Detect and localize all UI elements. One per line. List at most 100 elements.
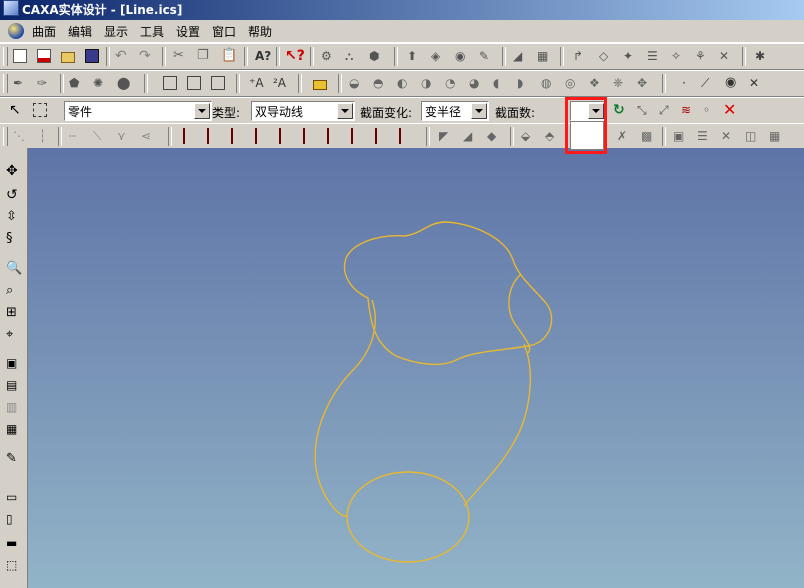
render-tool-11-button[interactable]: ◫ xyxy=(742,127,762,145)
menu-window[interactable]: 窗口 xyxy=(212,23,236,40)
tool-12-button[interactable]: ✦ xyxy=(620,47,640,65)
copy-button[interactable]: ❐ xyxy=(194,47,214,65)
type-combo[interactable]: 双导动线 xyxy=(251,101,355,121)
curve-tool-1-button[interactable]: ✒ xyxy=(10,74,30,92)
toolbar-grip[interactable] xyxy=(3,74,8,93)
op-tool-10-button[interactable]: ◎ xyxy=(562,74,582,92)
select-arrow-button[interactable]: ↖ xyxy=(6,101,26,119)
new-file-button[interactable] xyxy=(10,47,30,65)
tool-7-button[interactable]: ✎ xyxy=(476,47,496,65)
camera-4-button[interactable]: ▦ xyxy=(3,420,23,438)
op-tool-7-button[interactable]: ◖ xyxy=(490,74,510,92)
tool-10-button[interactable]: ↱ xyxy=(570,47,590,65)
line-tool-5-button[interactable]: ⋎ xyxy=(114,127,134,145)
tool-16-button[interactable]: ✕ xyxy=(716,47,736,65)
frame-tool-1-button[interactable] xyxy=(160,74,180,92)
option-tool-4-button[interactable]: ◦ xyxy=(700,101,720,119)
option-tool-3-button[interactable]: ≋ xyxy=(678,101,698,119)
zoom-button[interactable]: 🔍 xyxy=(3,260,23,278)
orbit-button[interactable]: ⇳ xyxy=(3,208,23,226)
op-tool-6-button[interactable]: ◕ xyxy=(466,74,486,92)
render-tool-10-button[interactable]: ✕ xyxy=(718,127,738,145)
shape-tool-1-button[interactable]: ⬟ xyxy=(66,74,86,92)
undo-button[interactable]: ↶ xyxy=(112,47,132,65)
render-tool-12-button[interactable]: ▦ xyxy=(766,127,786,145)
section-change-combo[interactable]: 变半径 xyxy=(421,101,489,121)
op-tool-2-button[interactable]: ◓ xyxy=(370,74,390,92)
render-tool-9-button[interactable]: ☰ xyxy=(694,127,714,145)
cut-button[interactable]: ✂ xyxy=(170,47,190,65)
line-tool-4-button[interactable]: ⟍ xyxy=(90,127,110,145)
design-tool-3-button[interactable]: ⬢ xyxy=(366,47,386,65)
line-tool-6-button[interactable]: ⋖ xyxy=(138,127,158,145)
op-tool-1-button[interactable]: ◒ xyxy=(346,74,366,92)
view-box-3-button[interactable] xyxy=(228,127,248,145)
menu-settings[interactable]: 设置 xyxy=(176,23,200,40)
view-box-1-button[interactable] xyxy=(180,127,200,145)
op-tool-8-button[interactable]: ◗ xyxy=(514,74,534,92)
option-tool-1-button[interactable]: ⤡ xyxy=(634,101,654,119)
page-3-button[interactable]: ▬ xyxy=(3,534,23,552)
render-tool-4-button[interactable]: ⬙ xyxy=(518,127,538,145)
op-tool-9-button[interactable]: ◍ xyxy=(538,74,558,92)
option-tool-2-button[interactable]: ⤢ xyxy=(656,101,676,119)
sketch-button[interactable]: ✎ xyxy=(3,450,23,468)
save-button[interactable] xyxy=(82,47,102,65)
render-tool-5-button[interactable]: ⬘ xyxy=(542,127,562,145)
base-circle-curve[interactable] xyxy=(346,471,470,563)
camera-3-button[interactable]: ▥ xyxy=(3,398,23,416)
refresh-button[interactable]: ↻ xyxy=(610,101,630,119)
part-combo[interactable]: 零件 xyxy=(64,101,212,121)
render-tool-7-button[interactable]: ▩ xyxy=(638,127,658,145)
menu-view[interactable]: 显示 xyxy=(104,23,128,40)
curve-tool-2-button[interactable]: ✑ xyxy=(34,74,54,92)
render-tool-6-button[interactable]: ✗ xyxy=(614,127,634,145)
chevron-down-icon[interactable] xyxy=(471,103,487,119)
upper-profile-curve[interactable] xyxy=(343,221,553,366)
spin-button[interactable]: § xyxy=(3,230,23,248)
tool-8-button[interactable]: ◢ xyxy=(510,47,530,65)
op-tool-5-button[interactable]: ◔ xyxy=(442,74,462,92)
pan-button[interactable]: ✥ xyxy=(3,162,23,180)
camera-2-button[interactable]: ▤ xyxy=(3,376,23,394)
tool-15-button[interactable]: ⚘ xyxy=(692,47,712,65)
tool-13-button[interactable]: ☰ xyxy=(644,47,664,65)
zoom-fit-button[interactable]: ⊞ xyxy=(3,304,23,322)
view-box-5-button[interactable] xyxy=(276,127,296,145)
tool-17-button[interactable]: ✱ xyxy=(752,47,772,65)
view-box-4-button[interactable] xyxy=(252,127,272,145)
render-tool-8-button[interactable]: ▣ xyxy=(670,127,690,145)
op-tool-13-button[interactable]: ✥ xyxy=(634,74,654,92)
cancel-button[interactable]: ✕ xyxy=(720,101,740,119)
view-box-8-button[interactable] xyxy=(348,127,368,145)
tool-4-button[interactable]: ⬆ xyxy=(404,47,424,65)
line-tool-2-button[interactable]: ┆ xyxy=(36,127,56,145)
toolbar-grip[interactable] xyxy=(3,47,8,66)
shape-tool-3-button[interactable]: ⬤ xyxy=(114,74,134,92)
frame-tool-3-button[interactable] xyxy=(208,74,228,92)
render-tool-3-button[interactable]: ◆ xyxy=(484,127,504,145)
rotate-button[interactable]: ↺ xyxy=(3,186,23,204)
select-box-button[interactable] xyxy=(30,101,50,119)
snap-point-button[interactable]: · xyxy=(674,74,694,92)
design-tool-1-button[interactable]: ⚙ xyxy=(318,47,338,65)
context-help-button[interactable]: ↖? xyxy=(282,47,305,65)
design-canvas[interactable] xyxy=(28,148,804,588)
tool-5-button[interactable]: ◈ xyxy=(428,47,448,65)
zoom-window-button[interactable]: ⌕ xyxy=(3,282,23,300)
view-box-9-button[interactable] xyxy=(372,127,392,145)
frame-tool-2-button[interactable] xyxy=(184,74,204,92)
open-file-button[interactable] xyxy=(58,47,78,65)
page-4-button[interactable]: ⬚ xyxy=(3,556,23,574)
snap-line-button[interactable]: ⟋ xyxy=(698,74,718,92)
view-box-6-button[interactable] xyxy=(300,127,320,145)
menu-surface[interactable]: 曲面 xyxy=(32,23,56,40)
right-guide-curve[interactable] xyxy=(463,343,531,507)
camera-1-button[interactable]: ▣ xyxy=(3,354,23,372)
line-tool-1-button[interactable]: ⋱ xyxy=(10,127,30,145)
render-tool-2-button[interactable]: ◢ xyxy=(460,127,480,145)
menu-tools[interactable]: 工具 xyxy=(140,23,164,40)
view-box-10-button[interactable] xyxy=(396,127,416,145)
find-button[interactable]: A? xyxy=(252,47,272,65)
text-tool-1-button[interactable]: ⁺A xyxy=(246,74,266,92)
